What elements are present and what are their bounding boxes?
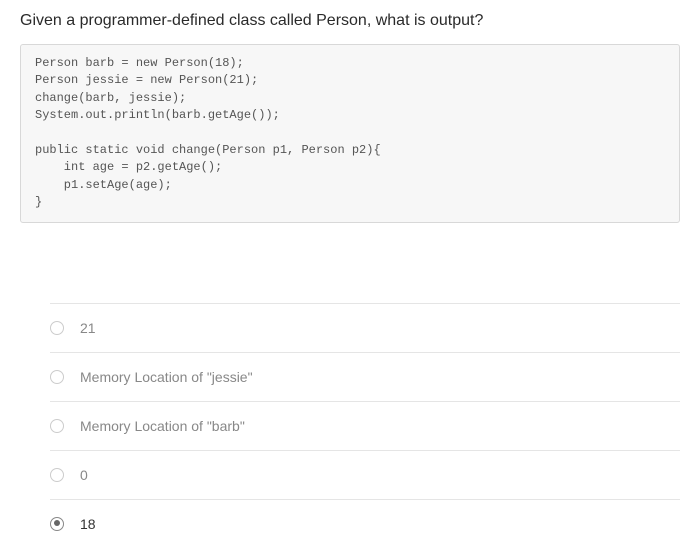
option-label: Memory Location of "jessie"	[80, 369, 253, 385]
radio-icon	[50, 468, 64, 482]
option-label: 0	[80, 467, 88, 483]
option-4[interactable]: 18	[50, 500, 680, 548]
option-2[interactable]: Memory Location of "barb"	[50, 402, 680, 451]
option-3[interactable]: 0	[50, 451, 680, 500]
radio-icon	[50, 370, 64, 384]
radio-icon	[50, 419, 64, 433]
radio-icon	[50, 321, 64, 335]
option-1[interactable]: Memory Location of "jessie"	[50, 353, 680, 402]
option-label: Memory Location of "barb"	[80, 418, 245, 434]
option-label: 21	[80, 320, 96, 336]
option-label: 18	[80, 516, 96, 532]
question-title: Given a programmer-defined class called …	[20, 12, 680, 30]
code-block: Person barb = new Person(18); Person jes…	[20, 44, 680, 223]
options-list: 21 Memory Location of "jessie" Memory Lo…	[20, 303, 680, 548]
radio-icon	[50, 517, 64, 531]
option-0[interactable]: 21	[50, 303, 680, 353]
